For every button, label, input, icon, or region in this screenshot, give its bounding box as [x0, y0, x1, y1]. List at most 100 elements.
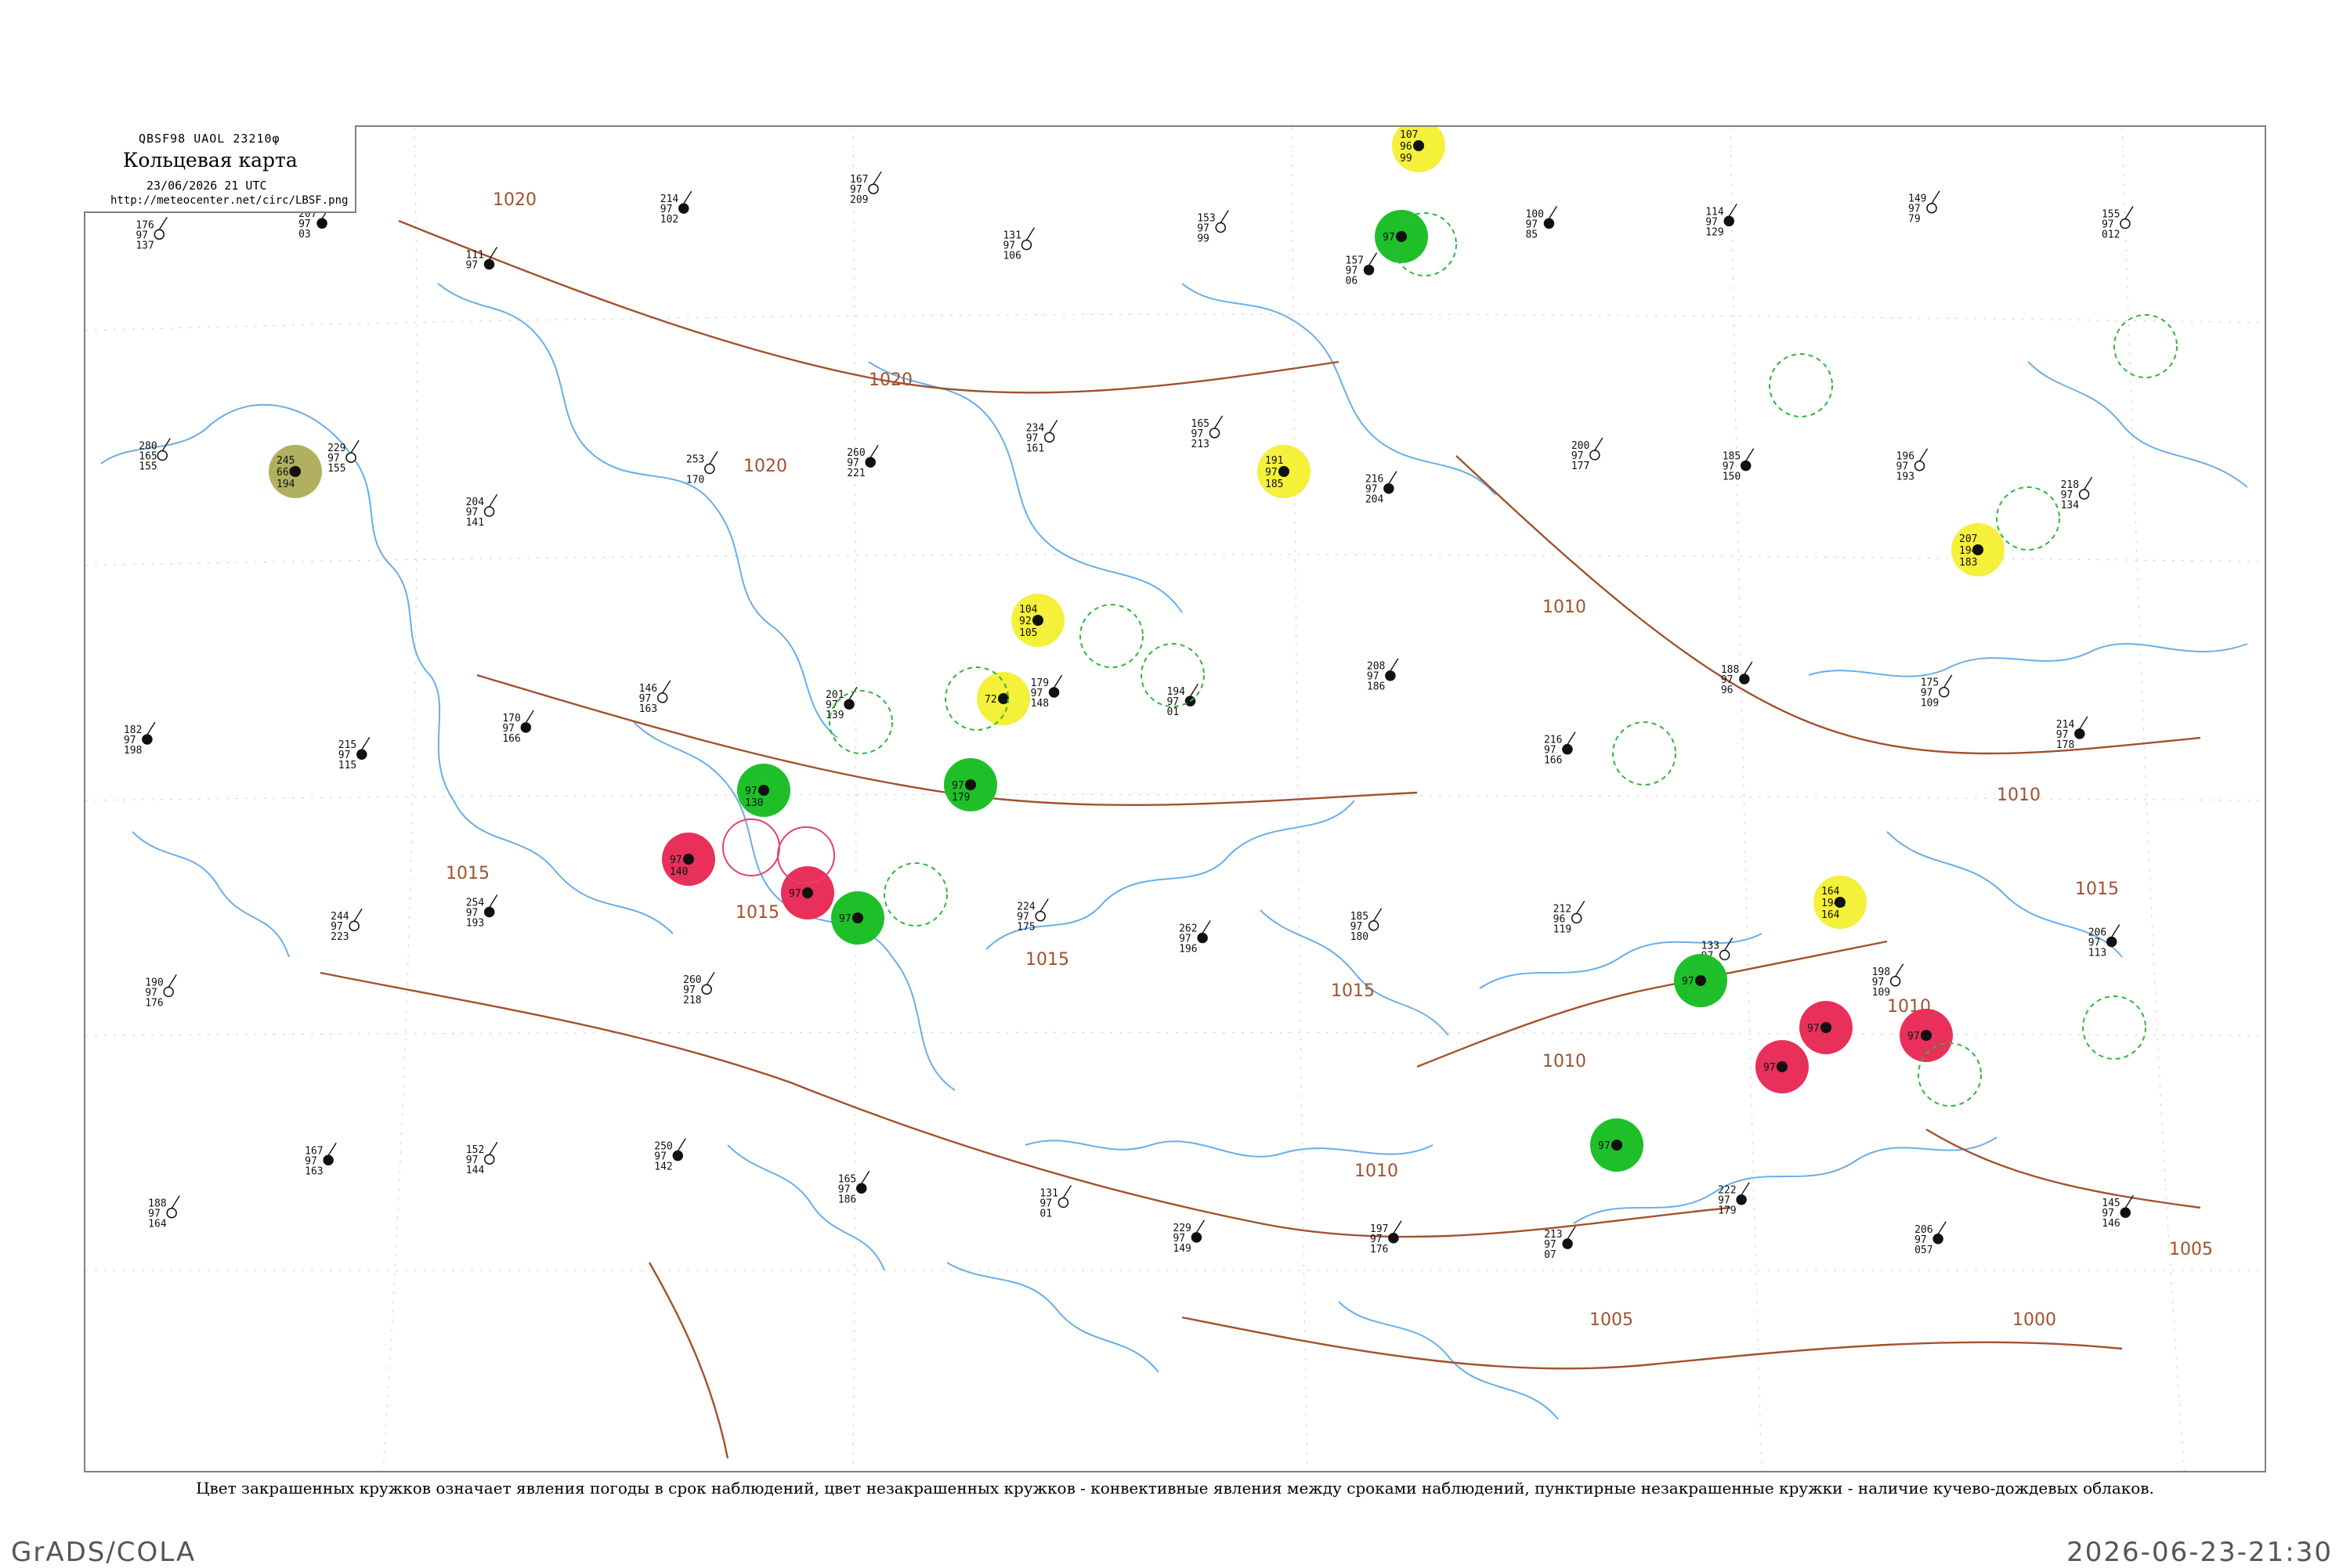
station-plot: 21497178 — [2056, 716, 2088, 751]
cloud-cover-symbol — [483, 258, 495, 270]
map-date: 23/06/2026 21 UTC — [146, 179, 267, 193]
cloud-cover-symbol — [1058, 1197, 1069, 1209]
station-plot: 280165155 — [139, 438, 171, 473]
wind-barb — [1390, 658, 1399, 672]
isobar-label: 1015 — [736, 903, 779, 923]
station-dewpoint: 176 — [1370, 1244, 1388, 1255]
cloud-cover-symbol — [656, 692, 668, 703]
cloud-cover-symbol — [142, 734, 153, 745]
highlighted-station: 97130 — [737, 764, 790, 817]
map-url: http://meteocenter.net/circ/LBSF.png — [110, 194, 349, 207]
station-plot: 1319701 — [1039, 1185, 1072, 1219]
station-plot: 22297179 — [1718, 1182, 1750, 1217]
cloud-cover-symbol — [1363, 264, 1375, 276]
cloud-cover-symbol — [1562, 743, 1573, 755]
wind-barb — [706, 971, 715, 985]
highlighted-station: 1641941164 — [1813, 876, 1867, 929]
station-dewpoint: 150 — [1723, 471, 1741, 483]
cloud-cover-symbol — [1889, 976, 1901, 987]
station-plot: 11497129 — [1705, 203, 1737, 238]
station-plot: 21697204 — [1365, 471, 1397, 506]
wind-barb — [168, 974, 177, 988]
cloud-cover-symbol — [865, 457, 876, 468]
station-pressure: 194 — [1959, 545, 1978, 557]
station-plot: 18597150 — [1723, 448, 1755, 483]
station-temperature: 245 — [277, 455, 295, 467]
wind-barb — [1567, 732, 1576, 746]
station-dewpoint: 175 — [1017, 922, 1035, 934]
station-plot: 22497175 — [1017, 898, 1049, 934]
cloud-cover-symbol — [672, 1150, 684, 1162]
station-pressure: 97 — [1907, 1031, 1920, 1042]
station-dewpoint: 204 — [1365, 494, 1384, 506]
station-dewpoint: 96 — [1721, 685, 1734, 696]
cumulonimbus-ring — [2113, 314, 2178, 378]
highlighted-station: 97 — [1799, 1001, 1853, 1054]
station-plot: 24497223 — [331, 908, 363, 943]
station-dewpoint: 134 — [2061, 500, 2080, 511]
cloud-cover-symbol — [1571, 912, 1582, 924]
station-dewpoint: 155 — [139, 461, 157, 473]
station-plot: 15597012 — [2102, 206, 2134, 240]
station-plot: 17597109 — [1921, 674, 1953, 710]
cloud-cover-symbol — [2120, 1207, 2131, 1218]
wind-barb — [861, 1170, 870, 1184]
cloud-cover-symbol — [1740, 460, 1752, 471]
station-dewpoint: 06 — [1346, 276, 1358, 287]
wind-barb — [873, 171, 882, 185]
wind-barb — [146, 721, 156, 735]
cloud-cover-symbol — [154, 229, 165, 240]
station-plot: 25097142 — [654, 1138, 686, 1173]
station-plot: 26097221 — [847, 444, 879, 479]
station-dewpoint: 07 — [1544, 1249, 1556, 1261]
station-plot: 20897186 — [1367, 658, 1399, 693]
wind-barb — [1213, 415, 1224, 429]
wind-barb — [361, 736, 371, 750]
weather-map: 1020 1020 1020 1015 1015 1015 1015 1015 1010 1010… — [85, 127, 2265, 1471]
wind-barb — [1744, 661, 1753, 675]
cloud-cover-symbol — [1921, 1030, 1932, 1041]
station-plot: 1539799 — [1197, 210, 1229, 244]
station-pressure: 97 — [745, 786, 757, 797]
legend-note: Цвет закрашенных кружков означает явлени… — [196, 1479, 2154, 1498]
station-code-line: QBSF98 UAOL 23210φ — [139, 132, 280, 146]
wind-barb — [1724, 937, 1734, 951]
cloud-cover-symbol — [1191, 1232, 1202, 1243]
cumulonimbus-ring — [1996, 486, 2060, 551]
wind-barb — [158, 216, 168, 230]
cloud-cover-symbol — [1368, 920, 1379, 931]
map-frame: 1020 1020 1020 1015 1015 1015 1015 1015 1010 1010… — [84, 125, 2266, 1472]
wind-barb — [1025, 227, 1036, 241]
station-plot: 20097177 — [1571, 437, 1603, 472]
station-plot: 14597146 — [2102, 1194, 2134, 1230]
cloud-cover-symbol — [1021, 239, 1032, 251]
cloud-cover-symbol — [1932, 1234, 1943, 1245]
wind-barb — [1054, 674, 1063, 688]
station-temperature: 191 — [1265, 455, 1283, 467]
station-dewpoint: 186 — [838, 1194, 856, 1205]
cumulonimbus-ring — [2082, 995, 2146, 1060]
cumulonimbus-ring — [1769, 353, 1833, 417]
isobar-label: 1015 — [1025, 950, 1069, 970]
station-dewpoint: 109 — [1921, 698, 1939, 710]
station-temperature: 107 — [1400, 129, 1418, 141]
wind-barb — [870, 444, 879, 458]
cloud-cover-symbol — [1048, 687, 1060, 698]
cloud-cover-symbol — [323, 1154, 334, 1166]
station-pressure: 97 — [1807, 1023, 1820, 1035]
isobars — [320, 219, 2201, 1459]
station-dewpoint: 193 — [1896, 471, 1914, 483]
station-dewpoint: 149 — [1173, 1243, 1191, 1255]
station-dewpoint: 99 — [1197, 233, 1209, 244]
wind-barb — [1937, 1221, 1947, 1235]
wind-barb — [1567, 1226, 1576, 1240]
cloud-cover-symbol — [1197, 932, 1208, 944]
cloud-cover-symbol — [1215, 222, 1226, 233]
map-title: Кольцевая карта — [123, 149, 298, 172]
wind-barb — [709, 451, 718, 464]
station-plot: 1009785 — [1525, 205, 1558, 240]
cloud-cover-symbol — [356, 749, 367, 760]
wind-barb — [1918, 448, 1929, 462]
convective-ring — [722, 818, 780, 876]
wind-barb — [1931, 190, 1940, 204]
